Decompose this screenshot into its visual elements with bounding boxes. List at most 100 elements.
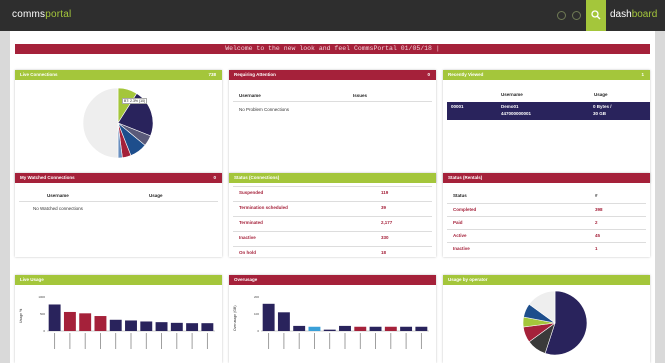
- panel-header: Live Usage: [15, 275, 222, 285]
- x-tick-label: [191, 333, 193, 349]
- x-tick-label: [145, 333, 147, 349]
- bar-8[interactable]: [384, 326, 397, 331]
- status-value: 39: [381, 205, 387, 210]
- overusage-panel: Overusage Overusage (GB) 200 100 0: [229, 275, 436, 363]
- recently-viewed-panel: Recently Viewed 1 Username Usage 00001 De…: [443, 70, 650, 183]
- search-button[interactable]: [586, 0, 606, 31]
- y-tick-label: 0: [257, 329, 259, 333]
- bar-4[interactable]: [323, 329, 336, 331]
- commsportal-logo[interactable]: commsportal: [12, 9, 71, 20]
- x-tick-label: [298, 333, 300, 349]
- bar-3[interactable]: [94, 316, 107, 331]
- overusage-chart[interactable]: 200 100 0: [239, 291, 434, 361]
- x-tick-label: [130, 333, 132, 349]
- bar-6[interactable]: [140, 321, 153, 331]
- x-tick-label: [359, 333, 361, 349]
- status-value: 18: [381, 250, 387, 255]
- status-label[interactable]: Termination scheduled: [239, 205, 288, 210]
- bar-7[interactable]: [155, 322, 168, 331]
- pie-tooltip: BT: 2.3% (10): [122, 98, 148, 104]
- y-axis-title: Usage %: [19, 308, 23, 323]
- divider: [233, 246, 432, 247]
- divider: [233, 186, 432, 187]
- bar-0[interactable]: [262, 303, 275, 331]
- divider: [447, 216, 646, 217]
- divider: [233, 216, 432, 217]
- divider: [447, 229, 646, 230]
- x-tick-label: [375, 333, 376, 349]
- bar-2[interactable]: [293, 325, 306, 331]
- x-tick-label: [115, 333, 117, 349]
- col-username: Username: [501, 92, 523, 97]
- status-value: 45: [595, 233, 601, 238]
- settings-icon[interactable]: [572, 11, 581, 20]
- x-tick-label: [100, 333, 101, 349]
- y-axis-title: Overusage (GB): [233, 305, 237, 331]
- bar-10[interactable]: [415, 326, 428, 331]
- bar-7[interactable]: [369, 326, 382, 331]
- status-label[interactable]: On hold: [239, 250, 256, 255]
- status-label[interactable]: Suspended: [239, 190, 263, 195]
- divider: [447, 203, 646, 204]
- bar-9[interactable]: [400, 326, 413, 331]
- status-label[interactable]: Terminated: [239, 220, 263, 225]
- count-badge: 1: [641, 72, 644, 77]
- top-bar: commsportal dashboard: [0, 0, 665, 31]
- x-tick-label: [84, 333, 86, 349]
- col-username: Username: [239, 93, 261, 98]
- live-usage-chart[interactable]: 1000 500 0: [25, 291, 220, 361]
- bar-3[interactable]: [308, 326, 321, 331]
- dashboard-label[interactable]: dashboard: [610, 9, 657, 20]
- status-value: 2: [595, 220, 598, 225]
- status-label[interactable]: Inactive: [453, 246, 470, 251]
- status-label[interactable]: Active: [453, 233, 467, 238]
- panel-header: Status (Rentals): [443, 173, 650, 183]
- status-label[interactable]: Inactive: [239, 235, 256, 240]
- divider: [233, 231, 432, 232]
- divider: [447, 242, 646, 243]
- live-usage-panel: Live Usage Usage % 1000 500 0: [15, 275, 222, 363]
- pie-slice-6[interactable]: [83, 88, 119, 158]
- bar-0[interactable]: [48, 304, 61, 331]
- refresh-icon[interactable]: [557, 11, 566, 20]
- x-tick-label: [390, 333, 392, 349]
- status-connections-panel: Status (Connections) Suspended 119 Termina…: [229, 173, 436, 257]
- recent-row[interactable]: 00001 Demo01 447000000001 0 Bytes / 30 G…: [447, 102, 650, 120]
- bar-2[interactable]: [79, 313, 92, 331]
- bar-6[interactable]: [354, 326, 367, 331]
- col-usage: Usage: [149, 193, 163, 198]
- y-tick-label: 500: [40, 312, 45, 316]
- x-tick-label: [176, 333, 178, 349]
- panel-header: Recently Viewed 1: [443, 70, 650, 80]
- bar-1[interactable]: [277, 312, 290, 331]
- status-label[interactable]: Completed: [453, 207, 476, 212]
- x-tick-label: [54, 333, 56, 349]
- x-tick-label: [206, 333, 208, 349]
- panel-header: Overusage: [229, 275, 436, 285]
- status-label[interactable]: Paid: [453, 220, 463, 225]
- x-tick-label: [344, 333, 346, 349]
- x-tick-label: [420, 333, 422, 349]
- col-username: Username: [47, 193, 69, 198]
- col-usage: Usage: [594, 92, 608, 97]
- x-tick-label: [329, 333, 331, 349]
- x-tick-label: [161, 333, 162, 349]
- divider: [19, 201, 218, 202]
- col-issues: Issues: [353, 93, 368, 98]
- y-tick-label: 1000: [38, 295, 45, 299]
- status-value: 398: [595, 207, 603, 212]
- x-tick-label: [314, 333, 315, 349]
- bar-4[interactable]: [109, 319, 122, 331]
- divider: [233, 201, 432, 202]
- bar-1[interactable]: [63, 311, 76, 331]
- usage-by-operator-pie[interactable]: [523, 291, 587, 355]
- bar-10[interactable]: [201, 323, 214, 331]
- count-badge: 738: [208, 72, 216, 77]
- count-badge: 0: [427, 72, 430, 77]
- panel-header: My Watched Connections 0: [15, 173, 222, 183]
- bar-5[interactable]: [125, 320, 137, 331]
- status-rentals-panel: Status (Rentals) Status # Completed 398 Pa…: [443, 173, 650, 257]
- bar-8[interactable]: [170, 322, 183, 331]
- bar-9[interactable]: [186, 323, 199, 331]
- bar-5[interactable]: [339, 325, 351, 331]
